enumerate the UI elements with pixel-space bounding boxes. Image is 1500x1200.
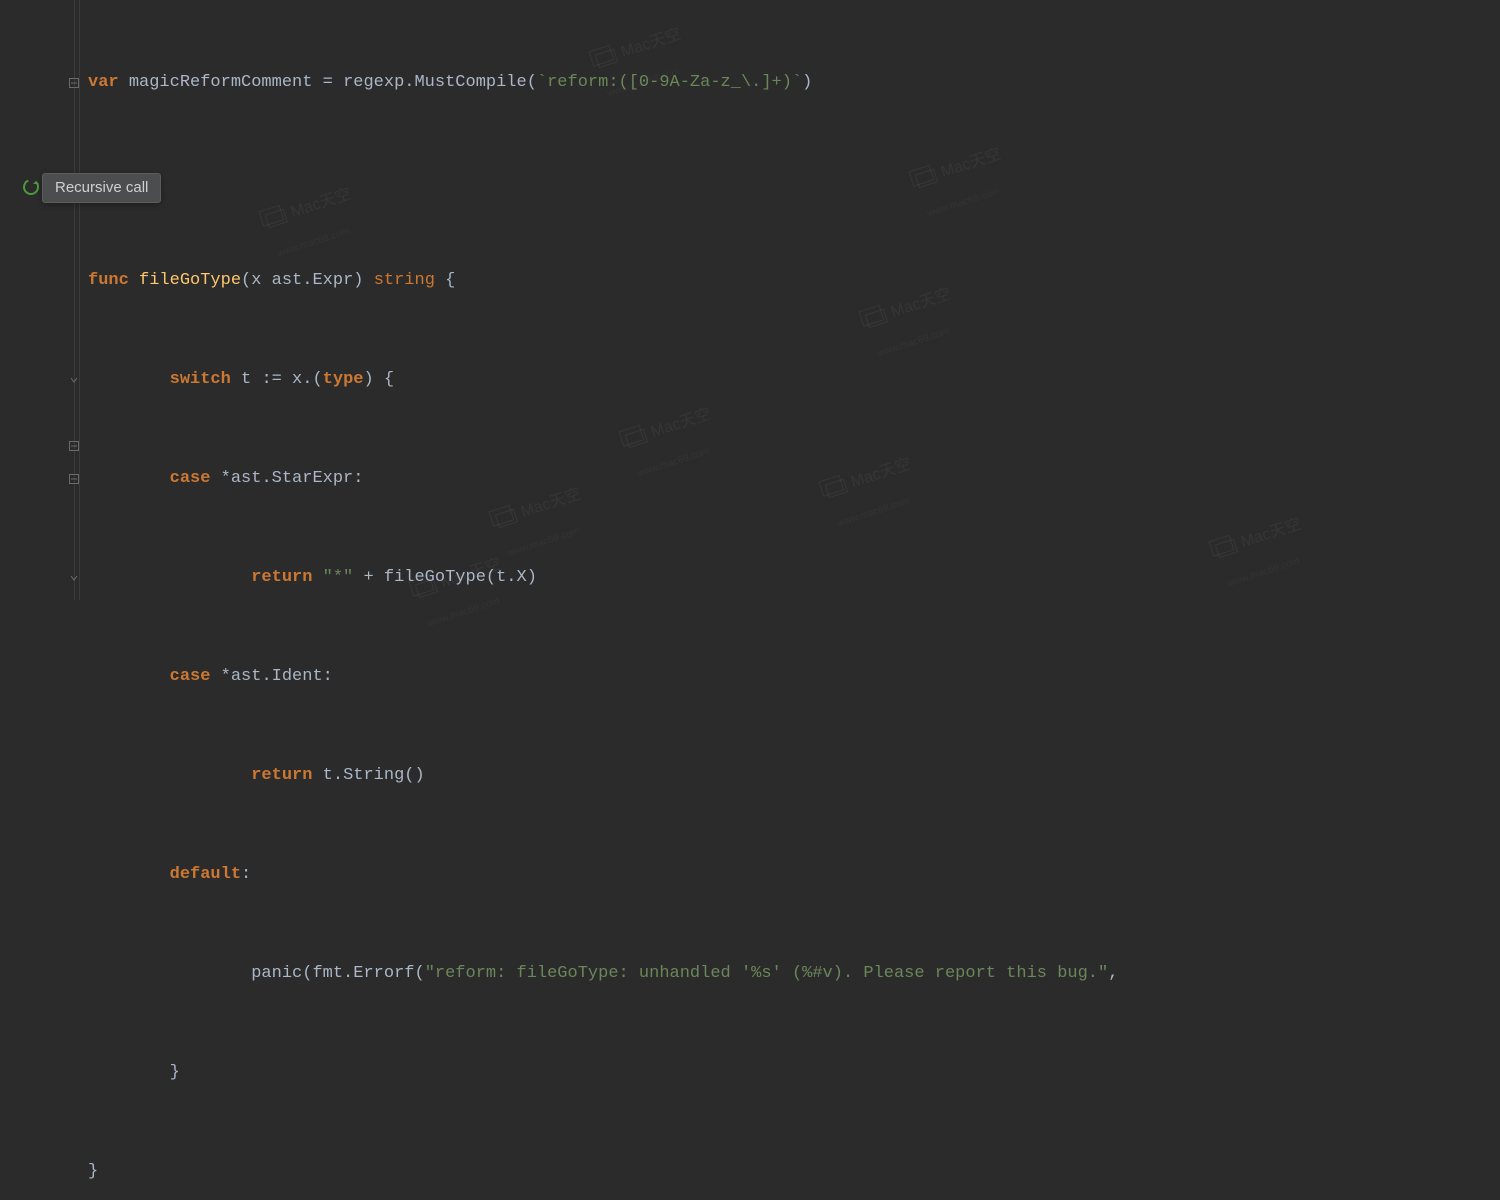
gutter — [0, 0, 80, 600]
code-line[interactable]: func fileGoType(x ast.Expr) string { — [88, 264, 1500, 297]
code-line[interactable]: return t.String() — [88, 759, 1500, 792]
code-line[interactable]: default: — [88, 858, 1500, 891]
fold-toggle-icon[interactable] — [68, 473, 80, 485]
code-line[interactable]: return "*" + fileGoType(t.X) — [88, 561, 1500, 594]
code-area[interactable]: var magicReformComment = regexp.MustComp… — [80, 0, 1500, 600]
tooltip-recursive-call: Recursive call — [42, 173, 161, 203]
fold-toggle-icon[interactable] — [68, 440, 80, 452]
code-line[interactable]: switch t := x.(type) { — [88, 363, 1500, 396]
fold-toggle-icon[interactable] — [68, 77, 80, 89]
code-editor[interactable]: var magicReformComment = regexp.MustComp… — [0, 0, 1500, 600]
code-line[interactable]: case *ast.Ident: — [88, 660, 1500, 693]
fold-end-icon[interactable] — [68, 572, 80, 584]
code-line[interactable]: panic(fmt.Errorf("reform: fileGoType: un… — [88, 957, 1500, 990]
code-line[interactable]: } — [88, 1056, 1500, 1089]
code-line[interactable]: case *ast.StarExpr: — [88, 462, 1500, 495]
code-line[interactable]: var magicReformComment = regexp.MustComp… — [88, 66, 1500, 99]
code-line[interactable] — [88, 165, 1500, 198]
code-line[interactable]: } — [88, 1155, 1500, 1188]
tooltip-text: Recursive call — [55, 179, 148, 196]
fold-end-icon[interactable] — [68, 374, 80, 386]
recursive-call-icon[interactable] — [22, 178, 40, 196]
